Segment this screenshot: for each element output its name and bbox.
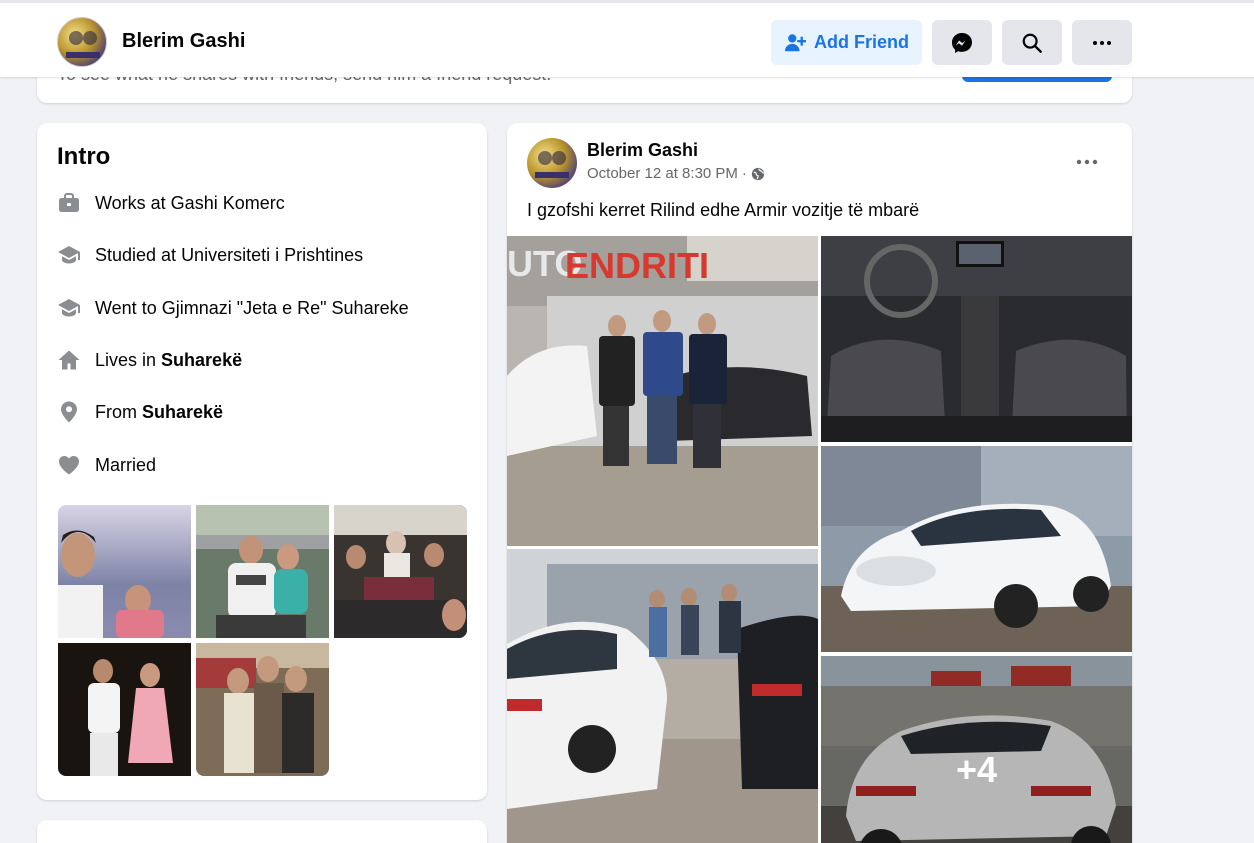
featured-photo[interactable] <box>334 505 467 638</box>
intro-item-text: Works at Gashi Komerc <box>95 192 285 213</box>
more-icon <box>1076 159 1098 165</box>
search-icon <box>1022 33 1042 53</box>
intro-item-study: Studied at Universiteti i Prishtines <box>57 240 363 270</box>
search-button[interactable] <box>1002 20 1062 65</box>
post-author-avatar[interactable] <box>527 138 577 188</box>
svg-text:ENDRITI: ENDRITI <box>565 245 709 286</box>
message-button[interactable] <box>932 20 992 65</box>
profile-name[interactable]: Blerim Gashi <box>122 30 245 53</box>
intro-item-work: Works at Gashi Komerc <box>57 188 285 218</box>
add-friend-button[interactable]: Add Friend <box>771 20 922 65</box>
post-author-name[interactable]: Blerim Gashi <box>587 140 698 161</box>
profile-avatar[interactable] <box>57 17 107 67</box>
add-person-icon <box>784 33 806 51</box>
featured-photo[interactable] <box>196 643 329 776</box>
post-photo[interactable] <box>821 236 1132 442</box>
post-timestamp[interactable]: October 12 at 8:30 PM <box>587 165 738 182</box>
intro-item-text: Lives in <box>95 349 162 370</box>
messenger-icon <box>952 32 972 53</box>
post-photo-more[interactable]: +4 <box>821 656 1132 843</box>
intro-item-lives: Lives in Suharekë <box>57 345 242 375</box>
location-pin-icon <box>61 401 77 423</box>
more-options-button[interactable] <box>1072 20 1132 65</box>
post-card: Blerim Gashi October 12 at 8:30 PM · I g… <box>507 123 1132 843</box>
graduation-cap-icon <box>58 246 80 264</box>
featured-photo[interactable] <box>58 505 191 638</box>
home-icon <box>58 350 80 370</box>
post-meta: October 12 at 8:30 PM · <box>587 165 765 182</box>
intro-card: Intro Works at Gashi Komerc Studied at U… <box>37 123 487 800</box>
post-photo[interactable]: UTO ENDRITI <box>507 236 818 546</box>
intro-item-school: Went to Gjimnazi "Jeta e Re" Suhareke <box>57 293 409 323</box>
post-text: I gzofshi kerret Rilind edhe Armir vozit… <box>527 200 920 220</box>
intro-item-from: From Suharekë <box>57 397 223 427</box>
intro-item-text: Went to Gjimnazi "Jeta e Re" Suhareke <box>95 297 409 318</box>
briefcase-icon <box>59 193 79 212</box>
post-photo[interactable] <box>507 549 818 843</box>
more-icon <box>1093 40 1111 45</box>
photos-card <box>37 820 487 843</box>
profile-top-bar: Blerim Gashi Add Friend <box>0 0 1254 77</box>
globe-icon <box>751 167 765 180</box>
featured-photo[interactable] <box>58 643 191 776</box>
intro-item-text: Studied at Universiteti i Prishtines <box>95 244 364 265</box>
add-friend-label: Add Friend <box>814 32 909 52</box>
intro-title: Intro <box>57 143 111 170</box>
intro-item-relationship: Married <box>57 450 156 480</box>
post-photo[interactable] <box>821 446 1132 652</box>
post-options-button[interactable] <box>1067 145 1107 179</box>
featured-photo[interactable] <box>196 505 329 638</box>
intro-item-link[interactable]: Suharekë <box>161 350 242 370</box>
intro-item-text: From <box>95 401 142 422</box>
intro-item-text: Married <box>95 454 157 475</box>
meta-separator: · <box>741 165 747 182</box>
graduation-cap-icon <box>58 299 80 317</box>
heart-icon <box>59 456 79 475</box>
intro-item-link[interactable]: Suharekë <box>142 402 223 422</box>
more-photos-count: +4 <box>821 656 1132 843</box>
